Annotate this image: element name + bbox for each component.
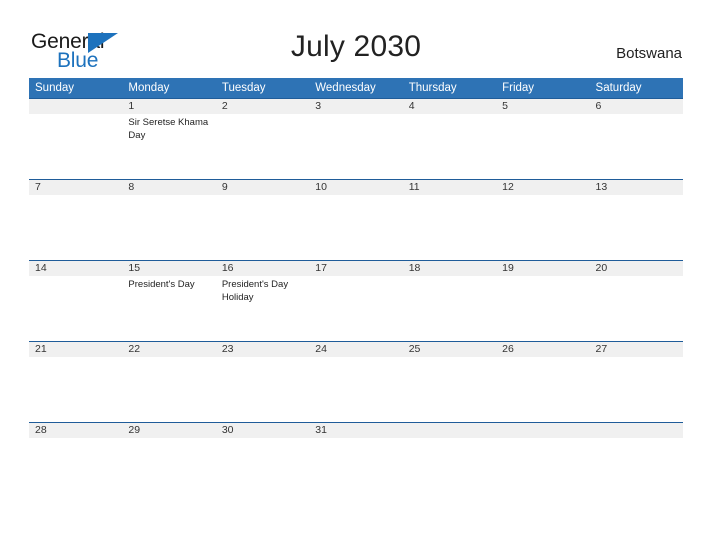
day-number: 1 xyxy=(122,99,216,114)
day-cell[interactable]: 9 xyxy=(215,179,310,260)
day-cell[interactable]: 4 xyxy=(402,98,497,179)
day-number: 25 xyxy=(402,342,497,357)
day-cell[interactable] xyxy=(402,422,497,503)
day-cell[interactable] xyxy=(29,98,123,179)
day-cell[interactable]: 16 President's Day Holiday xyxy=(215,260,310,341)
day-cell[interactable] xyxy=(589,422,683,503)
day-number: 19 xyxy=(496,261,590,276)
day-event: President's Day xyxy=(128,279,195,290)
day-number: 14 xyxy=(29,261,123,276)
day-number: 20 xyxy=(589,261,683,276)
day-cell[interactable]: 8 xyxy=(122,179,216,260)
calendar-week-row: 1 Sir Seretse Khama Day 2 3 4 5 6 xyxy=(29,98,683,179)
day-cell[interactable]: 6 xyxy=(589,98,683,179)
weekday-header-monday: Monday xyxy=(122,78,216,98)
day-cell[interactable]: 21 xyxy=(29,341,123,422)
day-cell[interactable]: 3 xyxy=(309,98,403,179)
day-cell[interactable]: 30 xyxy=(215,422,310,503)
day-number: 7 xyxy=(29,180,123,195)
day-number: 13 xyxy=(589,180,683,195)
day-cell[interactable]: 29 xyxy=(122,422,216,503)
day-number: 31 xyxy=(309,423,403,438)
day-cell[interactable]: 22 xyxy=(122,341,216,422)
day-cell[interactable]: 17 xyxy=(309,260,403,341)
day-number: 21 xyxy=(29,342,123,357)
day-cell[interactable]: 25 xyxy=(402,341,497,422)
day-number: 6 xyxy=(589,99,683,114)
day-number xyxy=(29,99,123,114)
day-cell[interactable]: 1 Sir Seretse Khama Day xyxy=(122,98,216,179)
day-cell[interactable]: 19 xyxy=(496,260,590,341)
day-number: 8 xyxy=(122,180,216,195)
weekday-header-friday: Friday xyxy=(496,78,590,98)
day-cell[interactable]: 20 xyxy=(589,260,683,341)
day-cell[interactable]: 23 xyxy=(215,341,310,422)
day-number: 24 xyxy=(309,342,403,357)
day-cell[interactable]: 31 xyxy=(309,422,403,503)
weekday-header-thursday: Thursday xyxy=(402,78,497,98)
day-cell[interactable]: 28 xyxy=(29,422,123,503)
weekday-header-row: Sunday Monday Tuesday Wednesday Thursday… xyxy=(29,78,683,98)
day-number: 29 xyxy=(122,423,216,438)
day-event: Sir Seretse Khama Day xyxy=(128,117,209,141)
day-cell[interactable]: 5 xyxy=(496,98,590,179)
day-cell[interactable]: 18 xyxy=(402,260,497,341)
day-number: 22 xyxy=(122,342,216,357)
calendar-table: Sunday Monday Tuesday Wednesday Thursday… xyxy=(29,78,683,503)
day-cell[interactable]: 12 xyxy=(496,179,590,260)
country-label: Botswana xyxy=(616,45,682,62)
day-number: 12 xyxy=(496,180,590,195)
day-cell[interactable]: 13 xyxy=(589,179,683,260)
page-title: July 2030 xyxy=(290,30,422,63)
day-cell[interactable]: 11 xyxy=(402,179,497,260)
day-number: 28 xyxy=(29,423,123,438)
day-number: 5 xyxy=(496,99,590,114)
day-event: President's Day Holiday xyxy=(221,279,289,303)
day-number: 26 xyxy=(496,342,590,357)
day-cell[interactable]: 24 xyxy=(309,341,403,422)
calendar-week-row: 7 8 9 10 11 12 13 xyxy=(29,179,683,260)
day-cell[interactable]: 15 President's Day xyxy=(122,260,216,341)
day-cell[interactable]: 26 xyxy=(496,341,590,422)
day-cell[interactable]: 2 xyxy=(215,98,310,179)
calendar-week-row: 14 15 President's Day 16 President's Day H… xyxy=(29,260,683,341)
page-header: General Blue July 2030 Botswana xyxy=(0,0,712,78)
day-number: 27 xyxy=(589,342,683,357)
weekday-header-tuesday: Tuesday xyxy=(215,78,310,98)
day-number: 16 xyxy=(215,261,310,276)
weekday-header-wednesday: Wednesday xyxy=(309,78,403,98)
day-number: 11 xyxy=(402,180,497,195)
weekday-header-sunday: Sunday xyxy=(29,78,123,98)
day-cell[interactable]: 14 xyxy=(29,260,123,341)
day-number: 30 xyxy=(215,423,310,438)
day-number: 18 xyxy=(402,261,497,276)
day-number: 2 xyxy=(215,99,310,114)
day-number xyxy=(589,423,683,438)
day-cell[interactable] xyxy=(496,422,590,503)
day-number xyxy=(496,423,590,438)
day-number: 15 xyxy=(122,261,216,276)
day-number: 9 xyxy=(215,180,310,195)
day-number: 4 xyxy=(402,99,497,114)
day-number: 17 xyxy=(309,261,403,276)
calendar-week-row: 21 22 23 24 25 26 27 xyxy=(29,341,683,422)
day-number: 10 xyxy=(309,180,403,195)
calendar-body: 1 Sir Seretse Khama Day 2 3 4 5 6 7 8 9 1… xyxy=(29,98,683,503)
day-cell[interactable]: 27 xyxy=(589,341,683,422)
day-number xyxy=(402,423,497,438)
day-number: 23 xyxy=(215,342,310,357)
weekday-header-saturday: Saturday xyxy=(589,78,683,98)
calendar-week-row: 28 29 30 31 xyxy=(29,422,683,503)
day-cell[interactable]: 7 xyxy=(29,179,123,260)
day-cell[interactable]: 10 xyxy=(309,179,403,260)
day-number: 3 xyxy=(309,99,403,114)
